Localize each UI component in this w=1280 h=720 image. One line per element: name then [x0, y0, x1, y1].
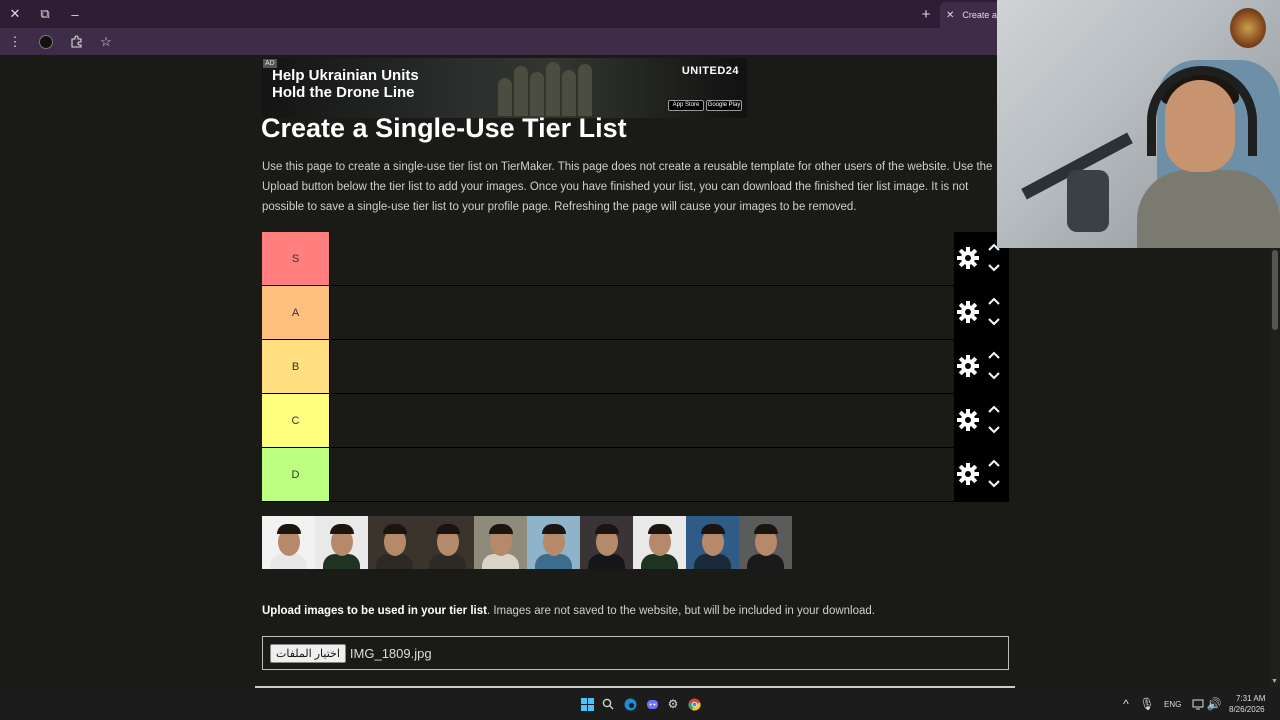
ad-soldiers-image	[498, 60, 598, 116]
move-tier-up-chevron-icon[interactable]	[986, 349, 1002, 361]
restore-window-icon[interactable]: ⧉	[30, 0, 60, 28]
tier-settings-gear-icon[interactable]	[956, 462, 980, 486]
scroll-down-arrow-icon[interactable]: ▼	[1271, 678, 1278, 685]
tier-drop-zone[interactable]	[330, 286, 954, 339]
tier-settings-gear-icon[interactable]	[956, 354, 980, 378]
move-tier-down-chevron-icon[interactable]	[986, 370, 1002, 382]
close-tab-icon[interactable]: ✕	[946, 10, 954, 21]
webcam-overlay	[997, 0, 1280, 248]
clock-time[interactable]: 7:31 AM	[1236, 694, 1265, 703]
upload-instructions-rest: . Images are not saved to the website, b…	[486, 605, 875, 617]
streamer-body	[1137, 170, 1280, 248]
intro-text: Use this page to create a single-use tie…	[262, 161, 993, 213]
pool-person-photo-icon[interactable]	[368, 516, 421, 569]
tray-chevron-up-icon[interactable]: ^	[1118, 696, 1134, 712]
language-indicator[interactable]: ENG	[1164, 700, 1181, 709]
edge-browser-icon[interactable]	[622, 696, 638, 712]
microphone-icon	[1067, 170, 1109, 232]
tier-label[interactable]: B	[262, 340, 329, 393]
upload-instructions: Upload images to be used in your tier li…	[262, 605, 875, 617]
move-tier-up-chevron-icon[interactable]	[986, 295, 1002, 307]
tier-drop-zone[interactable]	[330, 394, 954, 447]
clock-date[interactable]: 8/26/2026	[1229, 705, 1265, 714]
pool-person-photo-icon[interactable]	[262, 516, 315, 569]
tier-row: A	[262, 286, 1009, 340]
profile-avatar[interactable]	[32, 28, 60, 55]
ad-headline: Help Ukrainian Units Hold the Drone Line	[272, 67, 419, 101]
windows-start-icon[interactable]	[579, 696, 595, 712]
tier-drop-zone[interactable]	[330, 448, 954, 501]
tier-row: B	[262, 340, 1009, 394]
move-tier-up-chevron-icon[interactable]	[986, 403, 1002, 415]
tier-label[interactable]: S	[262, 232, 329, 285]
close-window-icon[interactable]: ✕	[0, 0, 30, 28]
pool-person-photo-icon[interactable]	[315, 516, 368, 569]
google-play-badge[interactable]: Google Play	[706, 100, 742, 111]
tier-settings-gear-icon[interactable]	[956, 300, 980, 324]
tier-row: C	[262, 394, 1009, 448]
pool-person-photo-icon[interactable]	[527, 516, 580, 569]
extensions-icon[interactable]	[62, 28, 90, 55]
pool-person-photo-icon[interactable]	[580, 516, 633, 569]
pool-person-photo-icon[interactable]	[686, 516, 739, 569]
tier-label[interactable]: D	[262, 448, 329, 501]
move-tier-down-chevron-icon[interactable]	[986, 316, 1002, 328]
move-tier-up-chevron-icon[interactable]	[986, 457, 1002, 469]
bookmark-star-icon[interactable]: ☆	[92, 28, 120, 55]
minimize-window-icon[interactable]: –	[60, 0, 90, 28]
pool-person-photo-icon[interactable]	[739, 516, 792, 569]
pool-person-photo-icon[interactable]	[474, 516, 527, 569]
discord-icon[interactable]	[644, 696, 660, 712]
ad-brand-logo: UNITED24	[681, 65, 739, 77]
microphone-tray-icon[interactable]: 🎙	[1139, 696, 1155, 712]
tier-settings-gear-icon[interactable]	[956, 246, 980, 270]
image-pool	[262, 516, 792, 569]
tier-row: D	[262, 448, 1009, 502]
chrome-icon[interactable]	[686, 696, 702, 712]
new-tab-button[interactable]: +	[916, 0, 936, 28]
search-icon[interactable]	[600, 696, 616, 712]
upload-instructions-bold: Upload images to be used in your tier li…	[262, 605, 487, 617]
menu-dots-icon[interactable]: ⋮	[0, 28, 30, 55]
tier-list: SABCD	[262, 232, 1009, 502]
volume-icon[interactable]: 🔊	[1206, 696, 1222, 712]
lion-logo-icon	[1230, 8, 1266, 48]
page-title: Create a Single-Use Tier List	[261, 113, 627, 143]
move-tier-down-chevron-icon[interactable]	[986, 424, 1002, 436]
tier-label[interactable]: A	[262, 286, 329, 339]
tier-settings-gear-icon[interactable]	[956, 408, 980, 432]
file-upload-input[interactable]: اختيار الملفات IMG_1809.jpg	[262, 636, 1009, 670]
selected-file-name: IMG_1809.jpg	[349, 645, 432, 661]
advertisement-banner[interactable]: AD Help Ukrainian Units Hold the Drone L…	[262, 58, 747, 118]
windows-taskbar: ⚙ ^ 🎙 ENG 🔊 7:31 AM 8/26/2026	[0, 688, 1280, 720]
tier-row: S	[262, 232, 1009, 286]
pool-person-photo-icon[interactable]	[633, 516, 686, 569]
scroll-thumb[interactable]	[1272, 250, 1278, 330]
network-icon[interactable]	[1190, 696, 1206, 712]
pool-person-photo-icon[interactable]	[421, 516, 474, 569]
choose-files-button[interactable]: اختيار الملفات	[270, 643, 346, 663]
move-tier-down-chevron-icon[interactable]	[986, 262, 1002, 274]
tier-drop-zone[interactable]	[330, 340, 954, 393]
app-store-badge[interactable]: App Store	[668, 100, 704, 111]
move-tier-down-chevron-icon[interactable]	[986, 478, 1002, 490]
settings-gear-icon[interactable]: ⚙	[665, 696, 681, 712]
tier-drop-zone[interactable]	[330, 232, 954, 285]
tier-label[interactable]: C	[262, 394, 329, 447]
